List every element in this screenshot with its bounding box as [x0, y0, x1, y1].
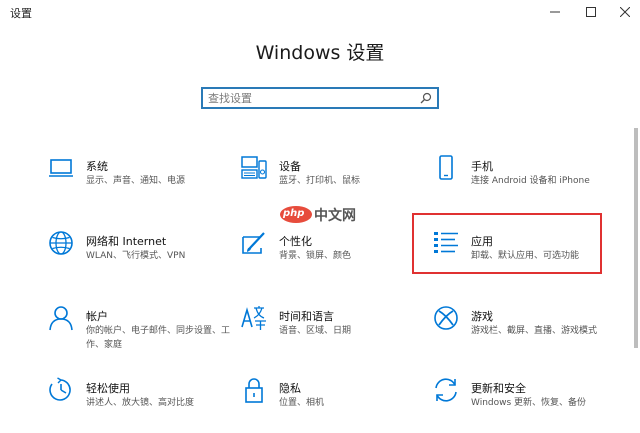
tile-title: 个性化	[279, 235, 312, 248]
title-bar: 设置	[0, 0, 640, 24]
tile-title: 帐户	[86, 310, 108, 323]
tile-personalization[interactable]: 个性化 背景、锁屏、颜色	[241, 230, 431, 286]
close-icon	[620, 7, 630, 17]
minimize-button[interactable]	[538, 0, 572, 24]
tile-title: 时间和语言	[279, 310, 334, 323]
tile-title: 系统	[86, 160, 108, 173]
tile-title: 隐私	[279, 382, 301, 395]
time-language-icon	[241, 305, 267, 331]
xbox-icon	[433, 305, 459, 331]
tile-desc: 显示、声音、通知、电源	[86, 176, 186, 186]
minimize-icon	[550, 11, 560, 13]
tile-desc: WLAN、飞行模式、VPN	[86, 251, 186, 261]
watermark-logo: php	[283, 208, 305, 219]
tile-accounts[interactable]: 帐户 你的帐户、电子邮件、同步设置、工作、家庭	[48, 305, 238, 361]
tile-title: 游戏	[471, 310, 493, 323]
phone-icon	[433, 155, 459, 181]
close-button[interactable]	[608, 0, 640, 24]
update-icon	[433, 377, 459, 403]
tile-desc: 连接 Android 设备和 iPhone	[471, 176, 590, 186]
maximize-button[interactable]	[574, 0, 608, 24]
window-title: 设置	[10, 7, 32, 20]
tile-system[interactable]: 系统 显示、声音、通知、电源	[48, 155, 238, 211]
watermark-text: 中文网	[314, 208, 356, 224]
search-input[interactable]	[203, 89, 408, 107]
globe-icon	[48, 230, 74, 256]
tile-desc: 语音、区域、日期	[279, 326, 352, 336]
tile-desc: 蓝牙、打印机、鼠标	[279, 176, 361, 186]
tile-phone[interactable]: 手机 连接 Android 设备和 iPhone	[433, 155, 623, 211]
person-icon	[48, 305, 74, 331]
devices-icon	[241, 155, 267, 181]
maximize-icon	[586, 7, 596, 17]
watermark: php 中文网	[280, 204, 364, 224]
tile-title: 网络和 Internet	[86, 235, 167, 248]
tile-title: 更新和安全	[471, 382, 526, 395]
personalization-icon	[241, 230, 267, 256]
tile-title: 手机	[471, 160, 493, 173]
tile-gaming[interactable]: 游戏 游戏栏、截屏、直播、游戏模式	[433, 305, 623, 361]
search-icon[interactable]	[420, 92, 432, 104]
tile-network[interactable]: 网络和 Internet WLAN、飞行模式、VPN	[48, 230, 238, 286]
tile-desc: 你的帐户、电子邮件、同步设置、工作、家庭	[86, 326, 231, 350]
laptop-icon	[48, 155, 74, 181]
tile-desc: Windows 更新、恢复、备份	[471, 398, 587, 408]
page-title: Windows 设置	[255, 42, 385, 64]
search-box[interactable]	[201, 87, 439, 109]
highlight-box	[412, 213, 602, 274]
scrollbar[interactable]	[634, 128, 638, 348]
ease-of-access-icon	[48, 377, 74, 403]
tile-title: 设备	[279, 160, 301, 173]
tile-desc: 背景、锁屏、颜色	[279, 251, 352, 261]
tile-devices[interactable]: 设备 蓝牙、打印机、鼠标	[241, 155, 431, 211]
tile-time-language[interactable]: 时间和语言 语音、区域、日期	[241, 305, 431, 361]
tile-title: 轻松使用	[86, 382, 130, 395]
lock-icon	[241, 377, 267, 403]
tile-desc: 讲述人、放大镜、高对比度	[86, 398, 195, 408]
tile-desc: 游戏栏、截屏、直播、游戏模式	[471, 326, 598, 336]
tile-desc: 位置、相机	[279, 398, 325, 408]
